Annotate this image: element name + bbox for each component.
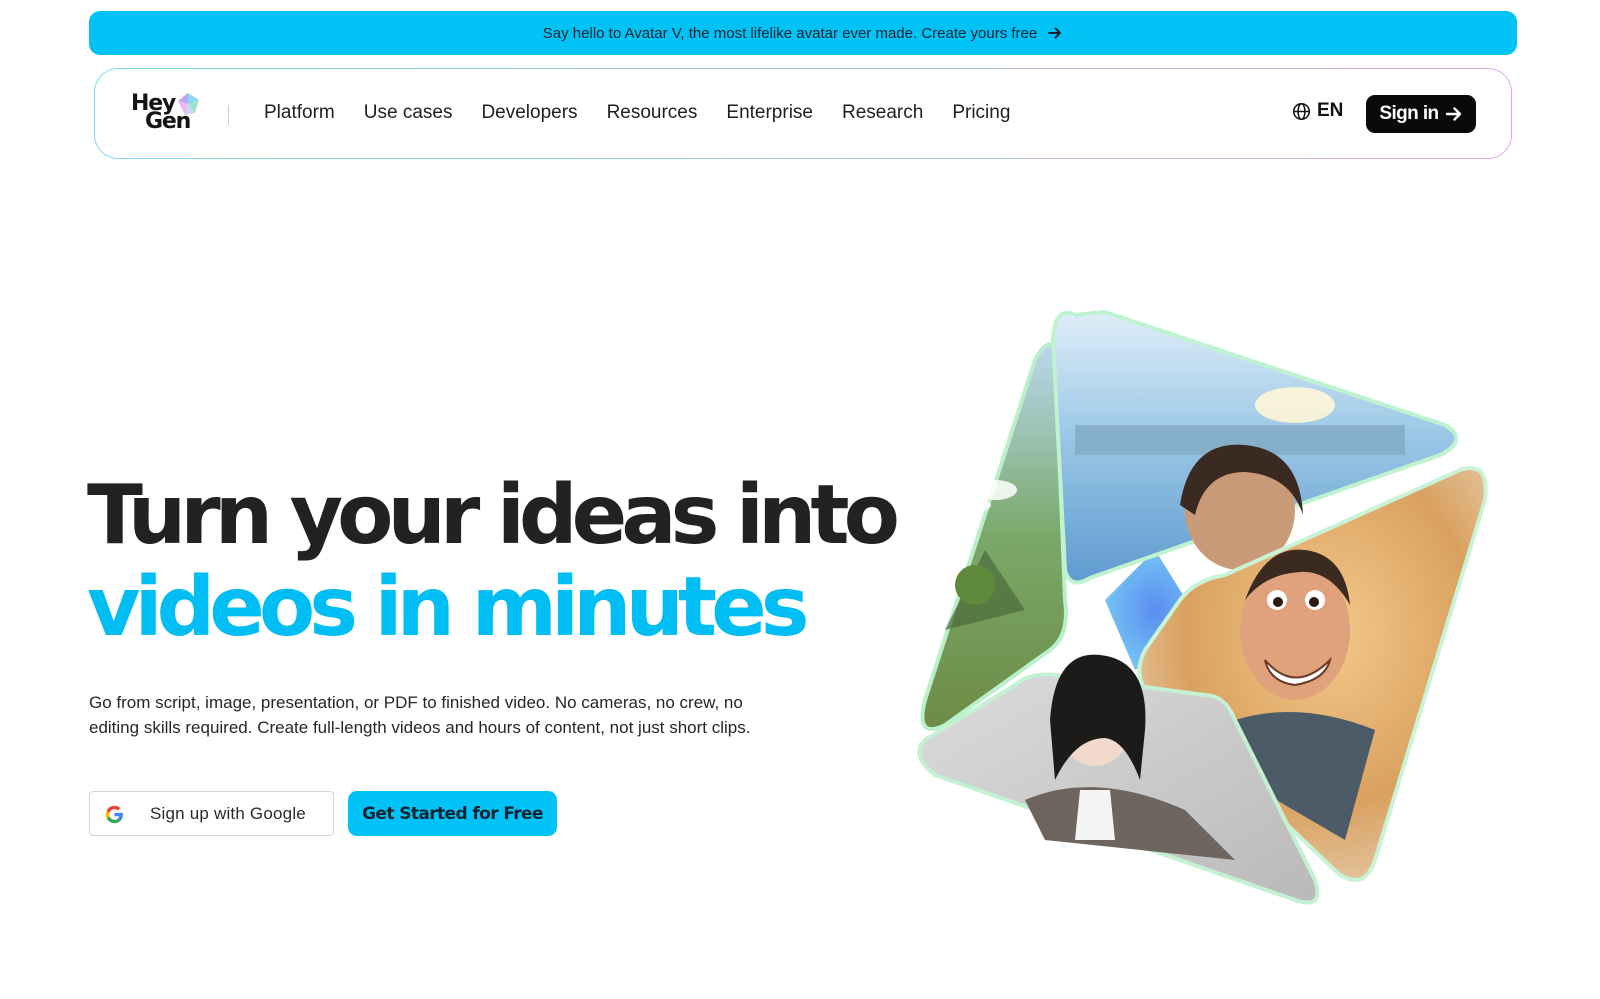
heygen-logo[interactable]: Hey Gen: [131, 91, 203, 137]
nav-menu: Platform Use cases Developers Resources …: [264, 69, 1010, 157]
get-started-label: Get Started for Free: [362, 803, 543, 824]
language-label: EN: [1317, 100, 1344, 121]
collage-panel-landscape: [920, 342, 1068, 732]
nav-item-research[interactable]: Research: [842, 102, 923, 124]
sign-in-label: Sign in: [1379, 103, 1439, 124]
get-started-button[interactable]: Get Started for Free: [348, 791, 557, 836]
arrow-right-icon: [1047, 25, 1063, 41]
globe-icon: [1292, 102, 1311, 120]
nav-item-use-cases[interactable]: Use cases: [364, 102, 453, 124]
hero-description: Go from script, image, presentation, or …: [89, 693, 751, 737]
nav-item-resources[interactable]: Resources: [607, 102, 698, 124]
top-navigation: Hey Gen Platform Use cases Developers Re…: [94, 68, 1512, 159]
hero-avatar-collage: [917, 309, 1488, 905]
sign-in-button[interactable]: Sign in: [1366, 95, 1476, 133]
nav-item-platform[interactable]: Platform: [264, 102, 335, 124]
nav-item-developers[interactable]: Developers: [481, 102, 577, 124]
nav-item-pricing[interactable]: Pricing: [952, 102, 1010, 124]
google-icon: [105, 805, 123, 824]
hero-headline: Turn your ideas into videos in minutes: [87, 470, 947, 654]
nav-divider: [228, 105, 229, 125]
announcement-text: Say hello to Avatar V, the most lifelike…: [542, 24, 1038, 42]
arrow-right-icon: [1445, 107, 1461, 121]
nav-item-enterprise[interactable]: Enterprise: [726, 102, 813, 124]
google-button-label: Sign up with Google: [150, 804, 306, 823]
headline-line-1: Turn your ideas into: [87, 468, 900, 563]
language-selector[interactable]: EN: [1292, 100, 1343, 122]
headline-line-2: videos in minutes: [87, 560, 810, 655]
logo-gem-icon: [178, 93, 199, 115]
sign-up-google-button[interactable]: Sign up with Google: [89, 791, 334, 836]
announcement-banner[interactable]: Say hello to Avatar V, the most lifelike…: [89, 11, 1517, 55]
